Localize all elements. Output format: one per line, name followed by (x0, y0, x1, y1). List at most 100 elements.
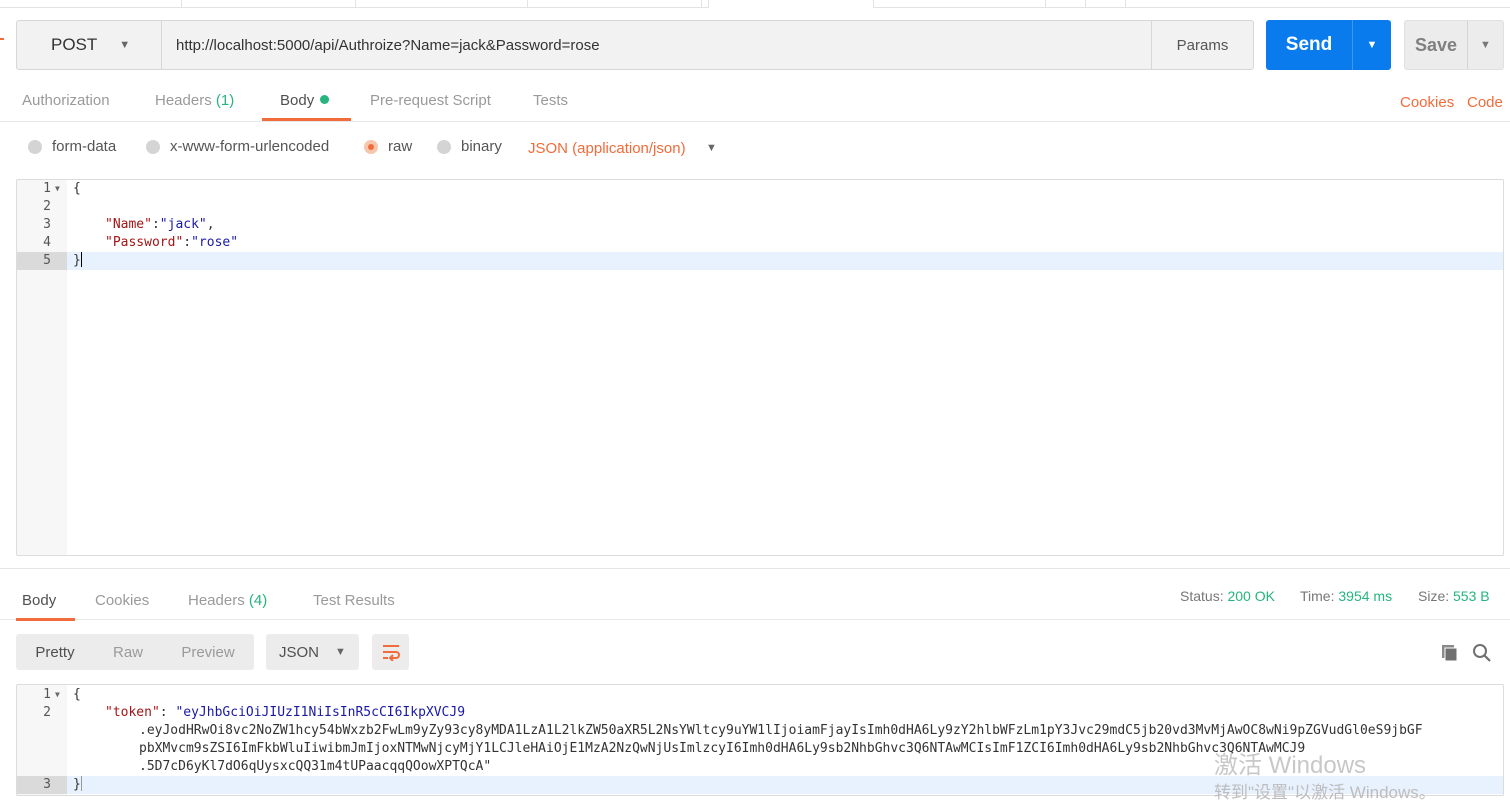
tab-headers-label: Headers (155, 92, 212, 109)
response-tab-test-results[interactable]: Test Results (313, 592, 395, 609)
tab-headers[interactable]: Headers (1) (155, 92, 234, 109)
url-input[interactable]: http://localhost:5000/api/Authroize?Name… (162, 21, 1151, 69)
pretty-button[interactable]: Pretty (16, 634, 94, 670)
preview-button[interactable]: Preview (162, 634, 254, 670)
text-cursor (80, 252, 82, 267)
fold-arrow-icon[interactable]: ▼ (55, 686, 60, 704)
tab-headers-label: Headers (188, 592, 245, 609)
content-type-select[interactable]: JSON (application/json) (528, 140, 686, 157)
tab-prerequest-script[interactable]: Pre-request Script (370, 92, 491, 109)
size-label: Size: (1418, 588, 1450, 604)
code-link[interactable]: Code (1467, 94, 1503, 111)
tab-menu-button[interactable] (1090, 0, 1126, 8)
time-value: 3954 ms (1338, 588, 1393, 604)
windows-activation-watermark-subtitle: 转到"设置"以激活 Windows。 (1214, 783, 1436, 802)
request-body-editor[interactable]: 1 ▼ { 2 3 "Name":"jack", 4 "Password":"r… (16, 179, 1504, 556)
windows-activation-watermark-title: 激活 Windows (1214, 752, 1367, 779)
tab-authorization[interactable]: Authorization (22, 92, 110, 109)
response-format-select[interactable]: JSON ▼ (266, 634, 359, 670)
radio-selected-icon (364, 139, 378, 154)
active-tab-underline (262, 118, 351, 121)
json-colon: : (151, 217, 160, 232)
radio-label: binary (461, 138, 502, 155)
code-line: 2 "token": "eyJhbGciOiJIUzI1NiIsInR5cCI6… (17, 704, 1503, 722)
params-button[interactable]: Params (1151, 21, 1253, 69)
wrap-lines-button[interactable] (372, 634, 409, 670)
line-number: 2 (43, 199, 51, 214)
response-tab-headers[interactable]: Headers (4) (188, 592, 267, 609)
radio-circle-icon (28, 139, 42, 154)
code-text: { (73, 687, 81, 702)
fold-arrow-icon[interactable]: ▼ (55, 180, 60, 198)
line-number: 2 (43, 705, 51, 720)
wrap-lines-icon (382, 645, 400, 661)
copy-button[interactable] (1440, 643, 1460, 663)
line-number: 3 (17, 776, 67, 794)
radio-binary[interactable]: binary (437, 138, 502, 155)
unsaved-indicator (0, 38, 4, 40)
radio-form-data[interactable]: form-data (28, 138, 116, 155)
headers-count: (1) (215, 92, 235, 109)
json-value-wrapped: .eyJodHRwOi8vc2NoZW1hcy54bWxzb2FwLm9yZy9… (139, 723, 1423, 738)
size-value: 553 B (1453, 588, 1490, 604)
request-tab[interactable] (0, 0, 182, 8)
code-text: "Password":"rose" (105, 234, 238, 252)
status-label: Status: (1180, 588, 1224, 604)
line-number: 5 (17, 252, 67, 270)
radio-circle-icon (437, 139, 451, 154)
request-tab-active[interactable] (708, 0, 874, 8)
request-tab[interactable] (362, 0, 528, 8)
chevron-down-icon: ▼ (335, 646, 346, 658)
request-tab[interactable] (534, 0, 702, 8)
method-select[interactable]: POST ▼ (17, 21, 162, 69)
code-text: } (73, 252, 82, 270)
chevron-down-icon: ▼ (119, 39, 131, 51)
json-key: "Password" (105, 235, 184, 250)
closing-brace: } (73, 777, 81, 792)
save-button[interactable]: Save ▼ (1404, 20, 1504, 70)
response-tab-body[interactable]: Body (22, 592, 56, 609)
request-tab[interactable] (880, 0, 1046, 8)
request-bar: POST ▼ http://localhost:5000/api/Authroi… (16, 20, 1254, 70)
code-text: "Name":"jack", (105, 216, 215, 234)
code-line: 1 ▼ { (17, 180, 1503, 198)
time-label: Time: (1300, 588, 1335, 604)
status-value: 200 OK (1227, 588, 1275, 604)
code-text: } (73, 776, 82, 794)
json-value-wrapped: pbXMvcm9sZSI6ImFkbWluIiwibmJmIjoxNTMwNjc… (139, 741, 1306, 756)
save-dropdown-icon[interactable]: ▼ (1468, 21, 1503, 69)
line-number: 3 (43, 217, 51, 232)
section-divider (0, 568, 1510, 569)
code-line-active: 5 } (17, 252, 1503, 270)
code-line: 1 ▼ { (17, 686, 1503, 704)
response-tabs: Body Cookies Headers (4) Test Results (0, 580, 1510, 621)
json-key: "Name" (105, 217, 152, 232)
radio-label: x-www-form-urlencoded (170, 138, 330, 155)
send-button[interactable]: Send ▼ (1266, 20, 1391, 70)
chevron-down-icon[interactable]: ▼ (706, 142, 717, 154)
response-view-toggle: Pretty Raw Preview (16, 634, 254, 670)
send-label: Send (1285, 34, 1333, 55)
json-value: "eyJhbGciOiJIUzI1NiIsInR5cCI6IkpXVCJ9 (175, 705, 466, 720)
send-dropdown-icon[interactable]: ▼ (1353, 20, 1391, 70)
raw-button[interactable]: Raw (94, 634, 162, 670)
headers-count: (4) (248, 592, 268, 609)
tab-tests[interactable]: Tests (533, 92, 568, 109)
radio-raw[interactable]: raw (364, 138, 412, 155)
json-value: "jack" (159, 217, 207, 232)
body-type-selector: form-data x-www-form-urlencoded raw bina… (0, 136, 1510, 162)
code-line: 4 "Password":"rose" (17, 234, 1503, 252)
response-tab-cookies[interactable]: Cookies (95, 592, 149, 609)
active-tab-underline (16, 618, 75, 621)
code-text: { (73, 181, 81, 196)
radio-label: raw (388, 138, 413, 155)
request-tab[interactable] (188, 0, 356, 8)
new-tab-button[interactable] (1050, 0, 1086, 8)
tab-body-label: Body (280, 92, 315, 109)
tab-body[interactable]: Body (280, 92, 330, 109)
closing-brace: } (73, 253, 81, 268)
search-button[interactable] (1472, 643, 1492, 663)
radio-urlencoded[interactable]: x-www-form-urlencoded (146, 138, 329, 155)
status-readout: Status: 200 OK (1180, 588, 1275, 604)
cookies-link[interactable]: Cookies (1400, 94, 1454, 111)
